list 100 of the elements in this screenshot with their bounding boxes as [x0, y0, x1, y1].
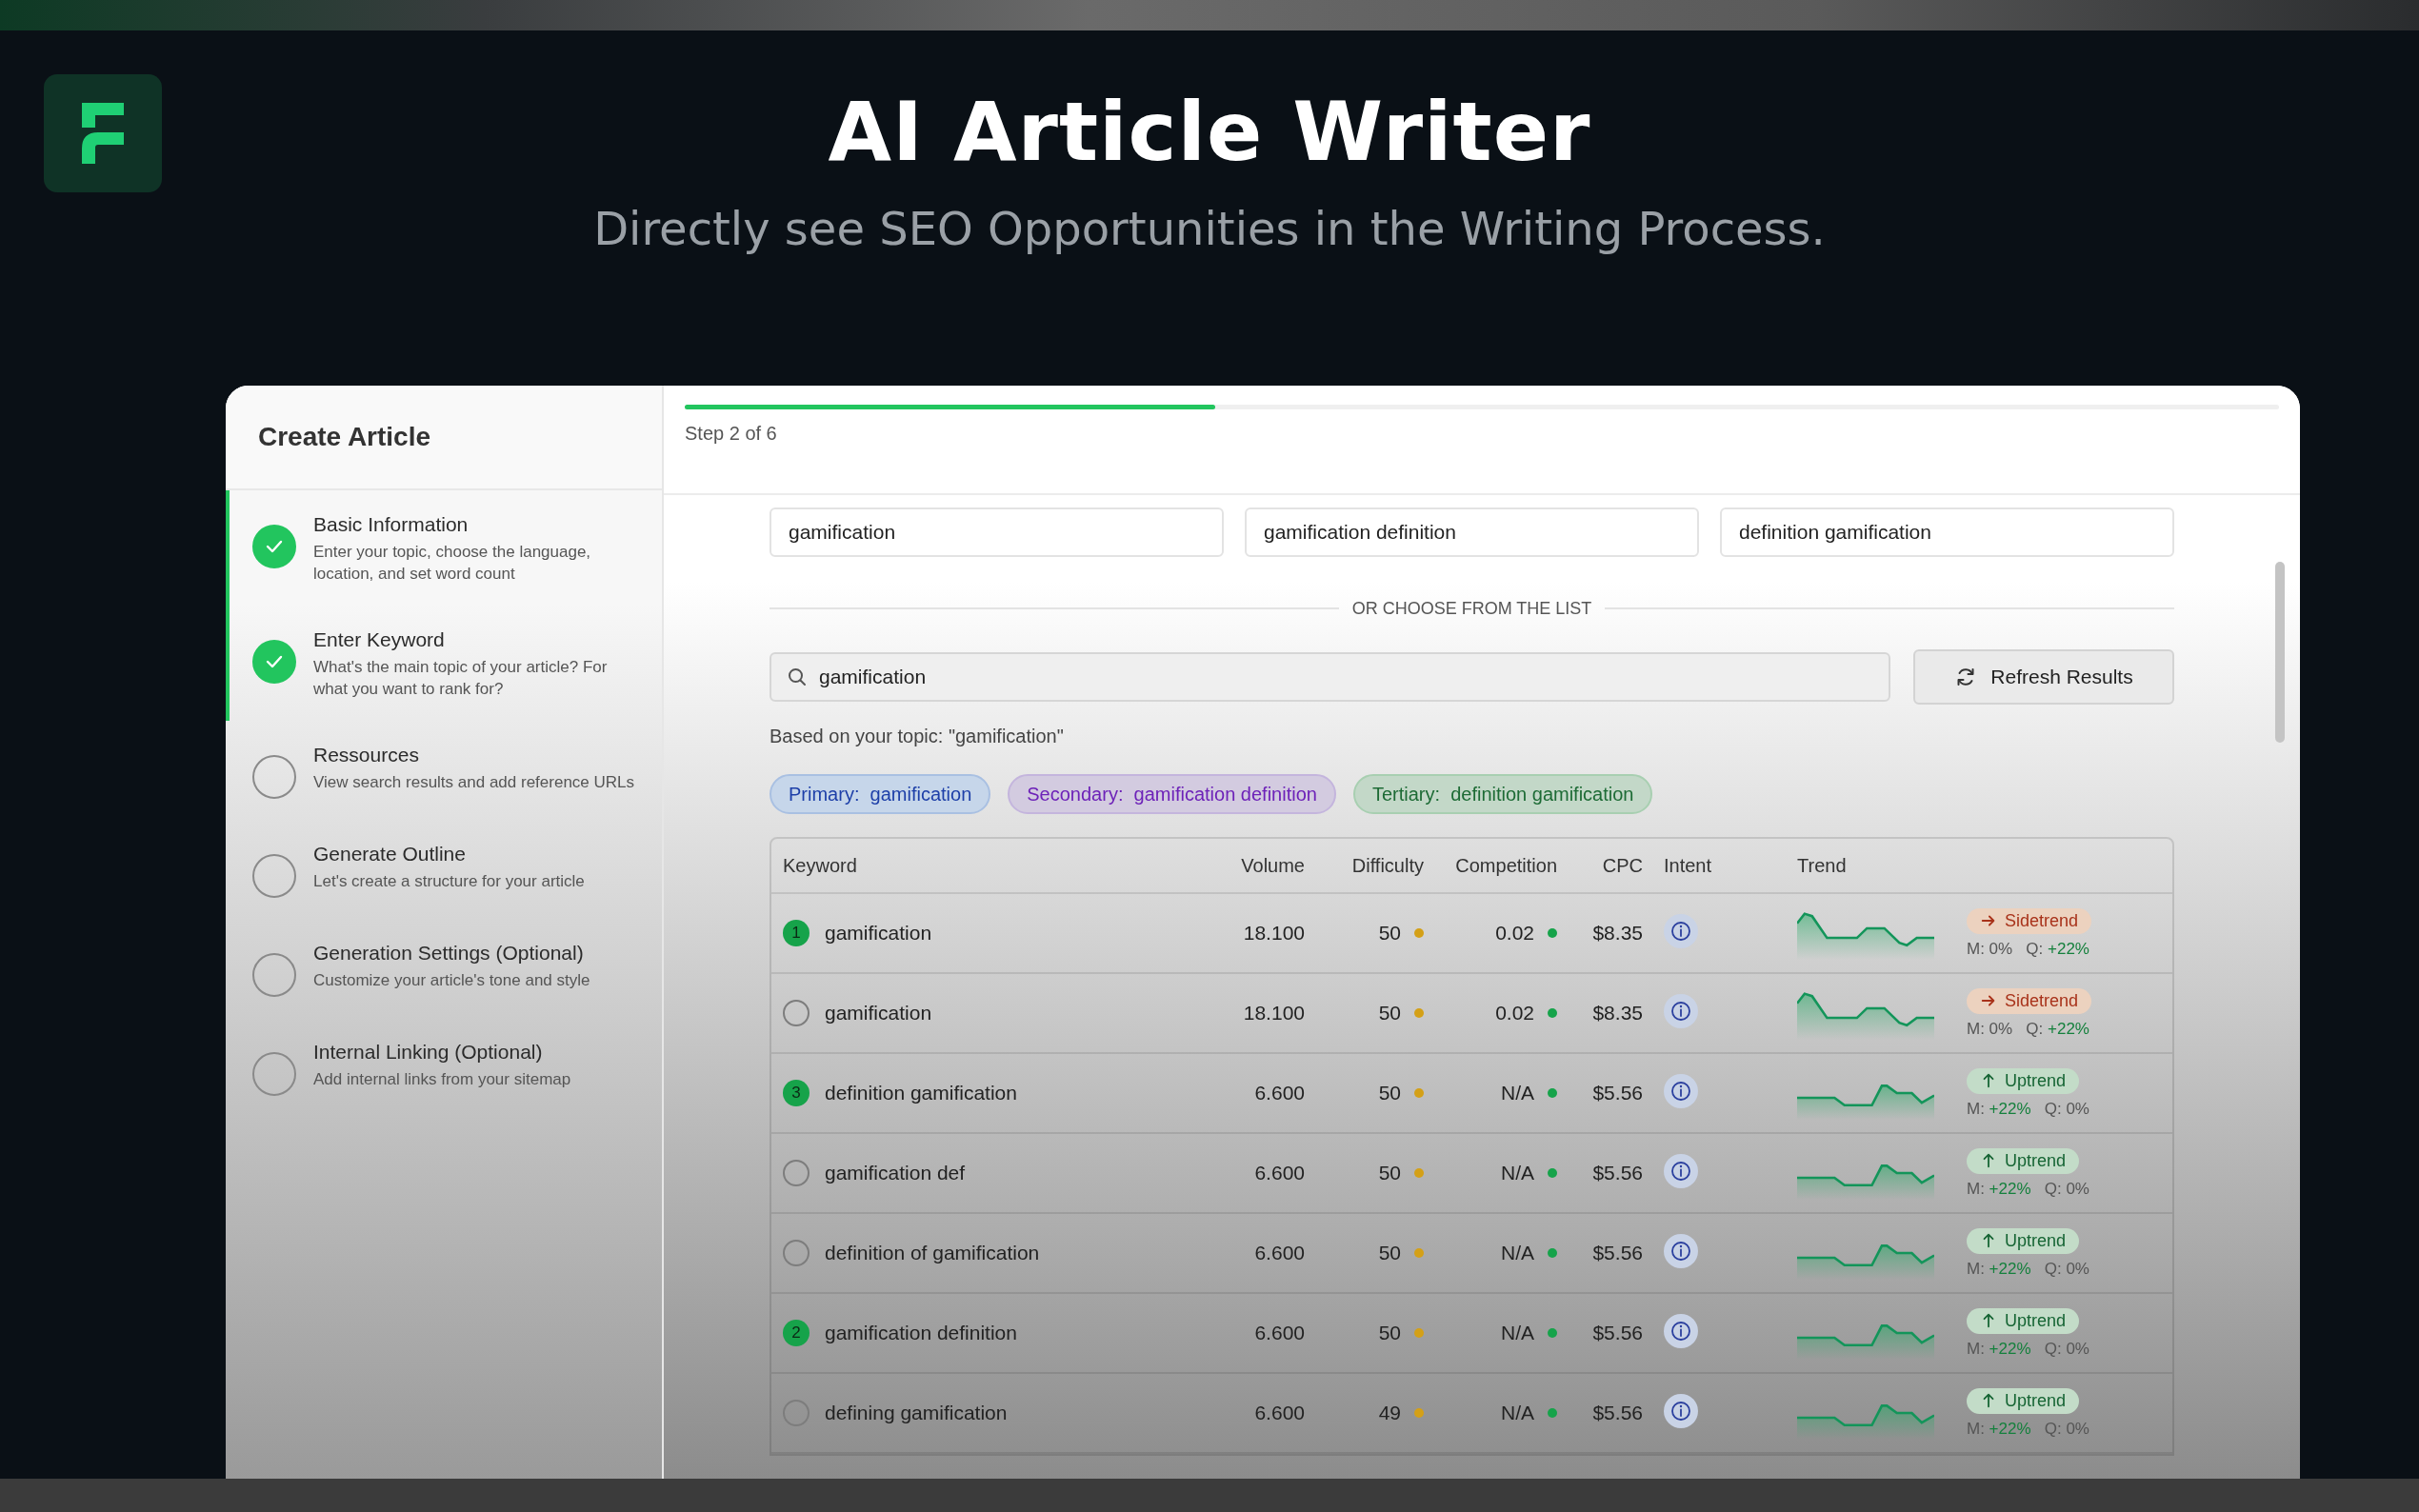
- volume-cell: 18.100: [1243, 1002, 1305, 1025]
- volume-cell: 6.600: [1254, 1242, 1305, 1264]
- difficulty-cell: 50: [1378, 1162, 1401, 1184]
- logo-icon: [44, 74, 162, 192]
- trend-stats: M: +22% Q: 0%: [1967, 1259, 2089, 1279]
- primary-keyword-tag: Primary: gamification: [770, 774, 991, 814]
- cpc-cell: $5.56: [1592, 1082, 1643, 1104]
- empty-radio-icon[interactable]: [783, 1400, 810, 1426]
- step-description: Let's create a structure for your article: [313, 871, 585, 892]
- empty-circle-icon: [252, 953, 296, 997]
- volume-cell: 6.600: [1254, 1402, 1305, 1424]
- keyword-row[interactable]: gamification 18.100 50 0.02 $8.35 Sidetrend M: 0% Q: +22%: [771, 974, 2172, 1054]
- rank-badge: 1: [783, 920, 810, 946]
- step-title: Enter Keyword: [313, 627, 446, 652]
- step-description: Enter your topic, choose the language, location, and set word count: [313, 542, 592, 585]
- trend-stats: M: 0% Q: +22%: [1967, 1019, 2090, 1039]
- trend-badge: Uptrend: [1967, 1387, 2080, 1414]
- step-item[interactable]: Ressources View search results and add reference URLs: [226, 721, 662, 820]
- cpc-cell: $8.35: [1592, 1002, 1643, 1025]
- trend-badge: Uptrend: [1967, 1307, 2080, 1334]
- step-description: What's the main topic of your article? For what you want to rank for?: [313, 657, 609, 700]
- keyword-cell: defining gamification: [825, 1402, 1008, 1424]
- status-dot-icon: [1548, 1168, 1557, 1178]
- divider-label: OR CHOOSE FROM THE LIST: [1351, 598, 1592, 619]
- step-title: Basic Information: [313, 512, 470, 537]
- difficulty-cell: 50: [1378, 922, 1401, 945]
- cpc-cell: $5.56: [1592, 1402, 1643, 1424]
- cpc-cell: $5.56: [1592, 1162, 1643, 1184]
- keyword-row[interactable]: definition of gamification 6.600 50 N/A $5.56 Uptrend M: +22% Q: 0%: [771, 1214, 2172, 1294]
- column-header: Trend: [1796, 854, 1847, 877]
- keyword-cell: gamification definition: [825, 1322, 1017, 1344]
- status-dot-icon: [1414, 1248, 1424, 1258]
- difficulty-cell: 50: [1378, 1082, 1401, 1104]
- status-dot-icon: [1548, 1408, 1557, 1418]
- trend-badge: Sidetrend: [1967, 907, 2092, 934]
- info-icon[interactable]: [1664, 913, 1698, 948]
- volume-cell: 6.600: [1254, 1322, 1305, 1344]
- keyword-row[interactable]: 3 definition gamification 6.600 50 N/A $5.56 Uptrend M: +22% Q: 0%: [771, 1054, 2172, 1134]
- difficulty-cell: 49: [1378, 1402, 1401, 1424]
- trend-badge: Uptrend: [1967, 1147, 2080, 1174]
- step-item[interactable]: Internal Linking (Optional) Add internal links from your sitemap: [226, 1018, 662, 1117]
- competition-cell: N/A: [1501, 1242, 1534, 1264]
- check-circle-icon: [252, 640, 296, 684]
- keyword-row[interactable]: defining gamification 6.600 49 N/A $5.56 Uptrend M: +22% Q: 0%: [771, 1374, 2172, 1454]
- step-title: Ressources: [313, 743, 420, 767]
- sidebar-title: Create Article: [258, 422, 431, 452]
- keyword-input[interactable]: definition gamification: [1720, 507, 2174, 557]
- empty-circle-icon: [252, 1052, 296, 1096]
- trend-badge: Uptrend: [1967, 1067, 2080, 1094]
- trend-badge: Sidetrend: [1967, 987, 2092, 1014]
- info-icon[interactable]: [1664, 993, 1698, 1028]
- status-dot-icon: [1414, 1168, 1424, 1178]
- empty-circle-icon: [252, 755, 296, 799]
- check-circle-icon: [252, 525, 296, 568]
- cpc-cell: $5.56: [1592, 1242, 1643, 1264]
- step-item[interactable]: Generate Outline Let's create a structure for your article: [226, 820, 662, 919]
- empty-radio-icon[interactable]: [783, 1160, 810, 1186]
- column-header: Intent: [1663, 854, 1712, 877]
- secondary-keyword-tag: Secondary: gamification definition: [1008, 774, 1336, 814]
- empty-radio-icon[interactable]: [783, 1240, 810, 1266]
- step-title: Generate Outline: [313, 842, 467, 866]
- keyword-row[interactable]: 2 gamification definition 6.600 50 N/A $5.56 Uptrend M: +22% Q: 0%: [771, 1294, 2172, 1374]
- info-icon[interactable]: [1664, 1233, 1698, 1268]
- status-dot-icon: [1414, 1008, 1424, 1018]
- hero-subtitle: Directly see SEO Opportunities in the Writing Process.: [593, 201, 1826, 257]
- trend-stats: M: +22% Q: 0%: [1967, 1419, 2089, 1439]
- keyword-cell: gamification: [825, 922, 932, 945]
- trend-stats: M: +22% Q: 0%: [1967, 1179, 2089, 1199]
- tertiary-keyword-tag: Tertiary: definition gamification: [1352, 774, 1653, 814]
- trend-stats: M: +22% Q: 0%: [1967, 1339, 2089, 1359]
- info-icon[interactable]: [1664, 1073, 1698, 1108]
- competition-cell: 0.02: [1495, 922, 1534, 945]
- scrollbar-thumb[interactable]: [2275, 562, 2285, 743]
- competition-cell: N/A: [1501, 1402, 1534, 1424]
- step-counter: Step 2 of 6: [685, 423, 777, 445]
- volume-cell: 18.100: [1243, 922, 1305, 945]
- step-title: Internal Linking (Optional): [313, 1040, 544, 1064]
- keyword-input[interactable]: gamification definition: [1245, 507, 1699, 557]
- rank-badge: 3: [783, 1080, 810, 1106]
- column-header: Competition: [1455, 854, 1557, 877]
- keyword-row[interactable]: 1 gamification 18.100 50 0.02 $8.35 Sidetrend M: 0% Q: +22%: [771, 894, 2172, 974]
- trend-badge: Uptrend: [1967, 1227, 2080, 1254]
- trend-stats: M: 0% Q: +22%: [1967, 939, 2090, 959]
- step-item[interactable]: Generation Settings (Optional) Customize your article's tone and style: [226, 919, 662, 1018]
- difficulty-cell: 50: [1378, 1002, 1401, 1025]
- refresh-button[interactable]: Refresh Results: [1913, 649, 2174, 705]
- info-icon[interactable]: [1664, 1393, 1698, 1428]
- rank-badge: 2: [783, 1320, 810, 1346]
- keyword-cell: definition gamification: [825, 1082, 1017, 1104]
- info-icon[interactable]: [1664, 1153, 1698, 1188]
- step-description: View search results and add reference URLs: [313, 772, 635, 793]
- keyword-row[interactable]: gamification def 6.600 50 N/A $5.56 Uptrend M: +22% Q: 0%: [771, 1134, 2172, 1214]
- empty-circle-icon: [252, 854, 296, 898]
- step-title: Generation Settings (Optional): [313, 941, 585, 965]
- cpc-cell: $8.35: [1592, 922, 1643, 945]
- search-field[interactable]: gamification: [770, 652, 1890, 702]
- empty-radio-icon[interactable]: [783, 1000, 810, 1026]
- keyword-input[interactable]: gamification: [770, 507, 1224, 557]
- status-dot-icon: [1414, 1088, 1424, 1098]
- info-icon[interactable]: [1664, 1313, 1698, 1348]
